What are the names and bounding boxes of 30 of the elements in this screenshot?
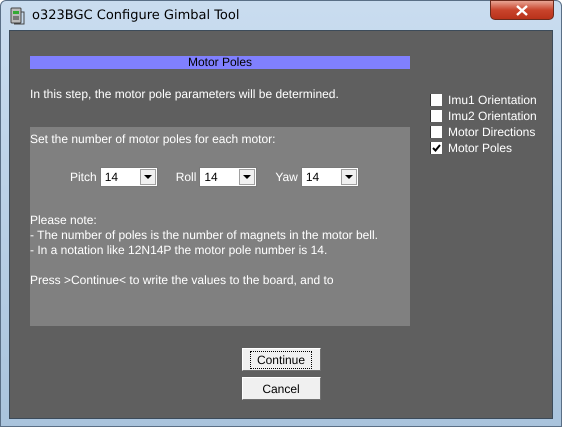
step-checkbox[interactable] (430, 94, 442, 106)
window-title: o323BGC Configure Gimbal Tool (32, 8, 240, 23)
continue-button[interactable]: Continue (242, 348, 320, 371)
caret-icon (243, 175, 252, 179)
step-title-bar: Motor Poles (30, 56, 410, 69)
intro-text: In this step, the motor pole parameters will be determined. (30, 87, 340, 101)
step-label: Motor Poles (448, 141, 512, 155)
motor-label: Roll (176, 170, 196, 184)
note-text: Press >Continue< to write the values to the board, and to (30, 273, 335, 288)
cancel-button[interactable]: Cancel (242, 377, 320, 400)
step-checkbox[interactable] (430, 142, 442, 154)
note-text: Please note: (30, 213, 98, 228)
step-checkbox[interactable] (430, 110, 442, 122)
note-text: - In a notation like 12N14P the motor pole number is 14. (30, 243, 328, 258)
step-label: Motor Directions (448, 125, 536, 139)
note-text: - The number of poles is the number of magnets in the motor bell. (30, 228, 379, 243)
step-checkbox[interactable] (430, 126, 442, 138)
app-icon (9, 6, 25, 26)
step-label: Imu1 Orientation (448, 93, 537, 107)
close-icon (516, 4, 528, 16)
caret-icon (144, 175, 152, 179)
motor-label: Pitch (70, 170, 97, 184)
pole-count-dropdown[interactable]: 14 (199, 167, 258, 187)
panel-heading: Set the number of motor poles for each motor: (30, 132, 276, 146)
close-button[interactable] (490, 0, 554, 20)
pole-count-dropdown[interactable]: 14 (300, 167, 359, 187)
caret-icon (344, 175, 353, 179)
step-label: Imu2 Orientation (448, 109, 537, 123)
pole-count-dropdown[interactable]: 14 (100, 167, 158, 187)
motor-label: Yaw (275, 170, 298, 184)
